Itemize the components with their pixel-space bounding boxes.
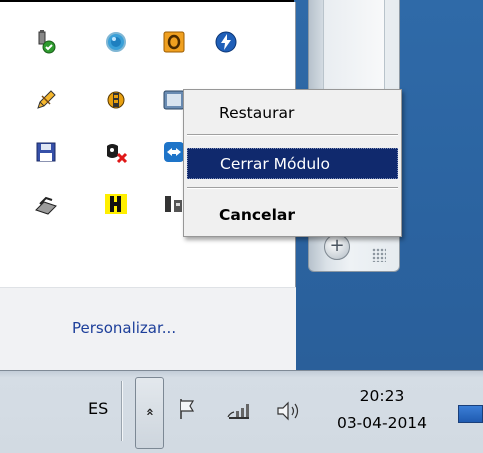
show-desktop-icon[interactable] [458, 405, 483, 423]
lightning-bolt-icon[interactable] [214, 30, 238, 54]
network-signal-icon[interactable] [226, 401, 254, 425]
menu-item-cerrar-modulo[interactable]: Cerrar Módulo [187, 148, 398, 179]
orange-o-app-icon[interactable] [162, 30, 186, 54]
network-error-icon[interactable] [104, 140, 128, 164]
zoom-button[interactable]: + [324, 234, 350, 260]
usb-device-icon[interactable] [34, 30, 58, 54]
menu-item-restaurar[interactable]: Restaurar [187, 98, 398, 129]
language-indicator[interactable]: ES [88, 399, 108, 418]
taskbar-clock[interactable]: 20:23 03-04-2014 [332, 383, 432, 437]
menu-separator [187, 134, 398, 136]
scanner-icon[interactable] [34, 192, 58, 216]
menu-separator [187, 187, 398, 189]
customize-area: Personalizar... [0, 287, 296, 370]
blue-orb-icon[interactable] [104, 30, 128, 54]
volume-speaker-icon[interactable] [275, 399, 307, 427]
chevron-up-icon: « [142, 407, 158, 417]
clock-date: 03-04-2014 [336, 414, 428, 432]
floppy-disk-icon[interactable] [34, 140, 58, 164]
clock-time: 20:23 [359, 387, 405, 405]
taskbar: ES « 20:23 03-04-2014 [0, 370, 483, 453]
context-menu: Restaurar Cerrar Módulo Cancelar [183, 89, 402, 237]
chip-gear-icon[interactable] [104, 88, 128, 112]
pencil-icon[interactable] [34, 88, 58, 112]
show-hidden-icons-button[interactable]: « [135, 377, 164, 449]
yellow-plug-icon[interactable] [104, 192, 128, 216]
resize-grip[interactable] [372, 248, 386, 262]
menu-item-cancelar[interactable]: Cancelar [187, 200, 398, 231]
action-center-flag-icon[interactable] [177, 397, 201, 425]
customize-link[interactable]: Personalizar... [72, 319, 176, 337]
